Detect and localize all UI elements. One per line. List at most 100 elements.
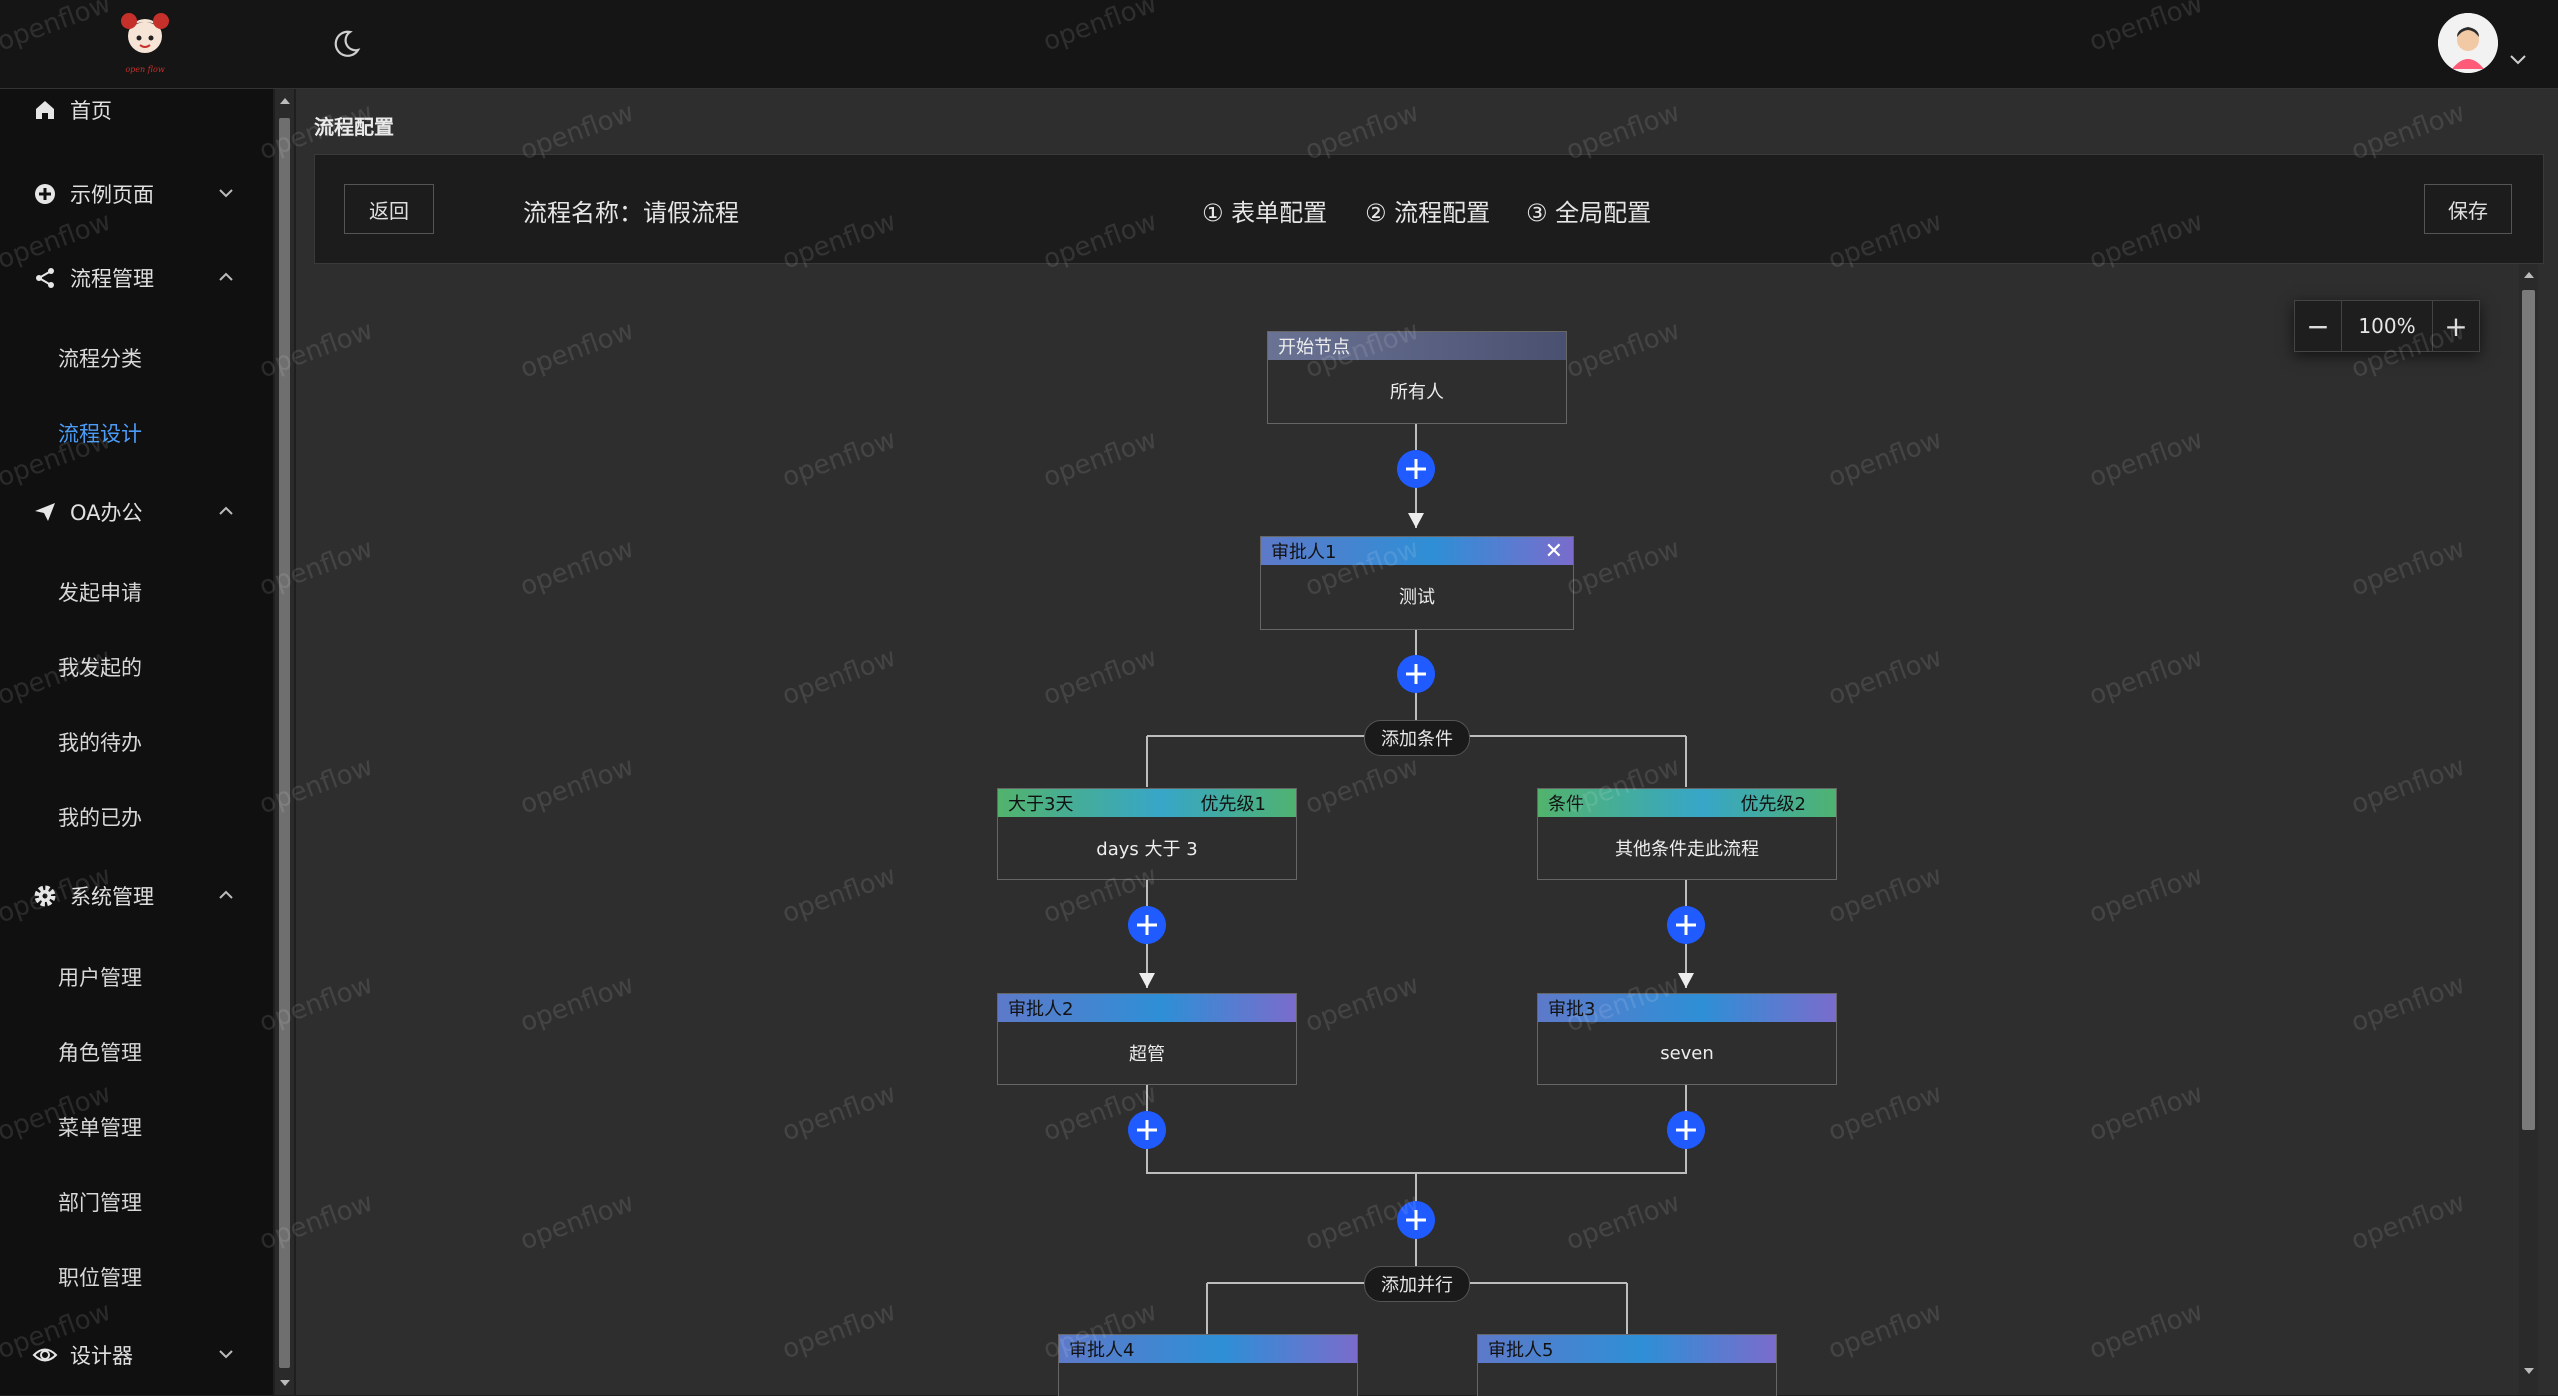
sidebar-item-users[interactable]: 用户管理: [58, 962, 142, 992]
eye-icon: [32, 1342, 58, 1368]
node-title: 审批3: [1548, 999, 1596, 1020]
node-title: 审批人5: [1488, 1340, 1554, 1361]
node-body: days 大于 3: [1096, 839, 1198, 860]
priority-badge: 优先级1: [1200, 794, 1266, 815]
node-body: seven: [1660, 1042, 1714, 1064]
sidebar-item-departments[interactable]: 部门管理: [58, 1187, 142, 1217]
sidebar-item-label: 流程管理: [70, 267, 154, 291]
approver-node[interactable]: 审批人1 ✕ 测试: [1260, 536, 1574, 630]
add-node-icon[interactable]: [1397, 655, 1435, 693]
sidebar-item-label: OA办公: [70, 501, 143, 525]
zoom-in-button[interactable]: +: [2433, 301, 2479, 351]
sidebar-item-label: 设计器: [70, 1344, 133, 1368]
sidebar-item-oa[interactable]: OA办公: [0, 486, 273, 538]
add-node-icon[interactable]: [1128, 906, 1166, 944]
node-title: 大于3天: [1008, 794, 1074, 815]
close-icon[interactable]: ✕: [1545, 539, 1563, 564]
logo-text: open flow: [125, 65, 165, 74]
approver-node[interactable]: 审批人2 超管: [997, 993, 1297, 1085]
chevron-up-icon: [219, 272, 233, 281]
node-title: 开始节点: [1278, 337, 1350, 358]
sidebar-item-label: 示例页面: [70, 183, 154, 207]
sidebar-item-positions[interactable]: 职位管理: [58, 1262, 142, 1292]
add-node-icon[interactable]: [1397, 1201, 1435, 1239]
sidebar-item-start-request[interactable]: 发起申请: [58, 577, 142, 607]
scroll-down-icon[interactable]: [2522, 1366, 2536, 1376]
add-condition-button[interactable]: 添加条件: [1364, 720, 1470, 756]
tab-form-config[interactable]: ① 表单配置: [1202, 193, 1327, 228]
node-header: 审批人2: [998, 994, 1296, 1022]
node-body: 其他条件走此流程: [1615, 839, 1759, 860]
save-button[interactable]: 保存: [2424, 184, 2512, 234]
node-title: 审批人2: [1008, 999, 1074, 1020]
node-header: 审批人1 ✕: [1261, 537, 1573, 565]
condition-node[interactable]: 条件 优先级2 其他条件走此流程: [1537, 788, 1837, 880]
sidebar-item-flow-design[interactable]: 流程设计: [58, 418, 142, 448]
approver-node[interactable]: 审批人5: [1477, 1334, 1777, 1396]
share-icon: [32, 265, 58, 291]
node-header: 条件 优先级2: [1538, 789, 1836, 817]
sidebar-item-flow-category[interactable]: 流程分类: [58, 343, 142, 373]
sidebar-item-label: 首页: [70, 99, 112, 123]
scroll-down-icon[interactable]: [278, 1378, 292, 1388]
sidebar-item-home[interactable]: 首页: [0, 84, 273, 136]
sidebar-item-menus[interactable]: 菜单管理: [58, 1112, 142, 1142]
scroll-up-icon[interactable]: [278, 96, 292, 106]
node-header: 大于3天 优先级1: [998, 789, 1296, 817]
sidebar-item-roles[interactable]: 角色管理: [58, 1037, 142, 1067]
add-node-icon[interactable]: [1397, 450, 1435, 488]
chevron-up-icon: [219, 890, 233, 899]
user-avatar-icon: [2438, 13, 2498, 73]
add-node-icon[interactable]: [1667, 1111, 1705, 1149]
tab-flow-config[interactable]: ② 流程配置: [1365, 193, 1490, 228]
priority-badge: 优先级2: [1740, 794, 1806, 815]
node-header: 开始节点: [1268, 332, 1566, 360]
page-title: 流程配置: [314, 115, 394, 139]
scroll-up-icon[interactable]: [2522, 270, 2536, 280]
sidebar-item-label: 系统管理: [70, 885, 154, 909]
chevron-down-icon[interactable]: [2508, 52, 2528, 66]
zoom-control: − 100% +: [2294, 300, 2480, 352]
sidebar-item-system[interactable]: 系统管理: [0, 870, 273, 922]
chevron-down-icon: [219, 1350, 233, 1359]
add-parallel-button[interactable]: 添加并行: [1364, 1266, 1470, 1302]
start-node[interactable]: 开始节点 所有人: [1267, 331, 1567, 424]
sidebar-scrollbar-thumb[interactable]: [279, 118, 290, 1368]
node-title: 审批人1: [1271, 542, 1337, 563]
back-button[interactable]: 返回: [344, 184, 434, 234]
chevron-down-icon: [219, 189, 233, 198]
node-header: 审批3: [1538, 994, 1836, 1022]
tab-global-config[interactable]: ③ 全局配置: [1526, 193, 1651, 228]
gear-icon: [32, 883, 58, 909]
sidebar-item-my-todo[interactable]: 我的待办: [58, 727, 142, 757]
moon-icon[interactable]: [328, 26, 364, 62]
avatar[interactable]: [2438, 13, 2498, 73]
node-header: 审批人5: [1478, 1335, 1776, 1363]
node-body: 所有人: [1390, 382, 1444, 403]
node-title: 条件: [1548, 794, 1584, 815]
home-icon: [32, 97, 58, 123]
canvas-scrollbar-thumb[interactable]: [2522, 290, 2535, 1130]
sidebar-item-examples[interactable]: 示例页面: [0, 168, 273, 220]
node-body: 超管: [1129, 1044, 1165, 1065]
openflow-logo[interactable]: open flow: [105, 8, 185, 80]
approver-node[interactable]: 审批3 seven: [1537, 993, 1837, 1085]
node-body: 测试: [1399, 587, 1435, 608]
sidebar-item-my-started[interactable]: 我发起的: [58, 652, 142, 682]
flow-name-label: 流程名称：请假流程: [523, 199, 739, 227]
sidebar-item-designer[interactable]: 设计器: [0, 1329, 273, 1381]
add-node-icon[interactable]: [1128, 1111, 1166, 1149]
plus-circle-icon: [32, 181, 58, 207]
condition-node[interactable]: 大于3天 优先级1 days 大于 3: [997, 788, 1297, 880]
send-icon: [32, 499, 58, 525]
zoom-out-button[interactable]: −: [2295, 301, 2341, 351]
node-header: 审批人4: [1059, 1335, 1357, 1363]
approver-node[interactable]: 审批人4: [1058, 1334, 1358, 1396]
top-bar: open flow: [0, 0, 2558, 89]
node-title: 审批人4: [1069, 1340, 1135, 1361]
sidebar-item-my-done[interactable]: 我的已办: [58, 802, 142, 832]
sidebar-item-flow-management[interactable]: 流程管理: [0, 252, 273, 304]
add-node-icon[interactable]: [1667, 906, 1705, 944]
zoom-level: 100%: [2341, 301, 2433, 351]
chevron-up-icon: [219, 506, 233, 515]
